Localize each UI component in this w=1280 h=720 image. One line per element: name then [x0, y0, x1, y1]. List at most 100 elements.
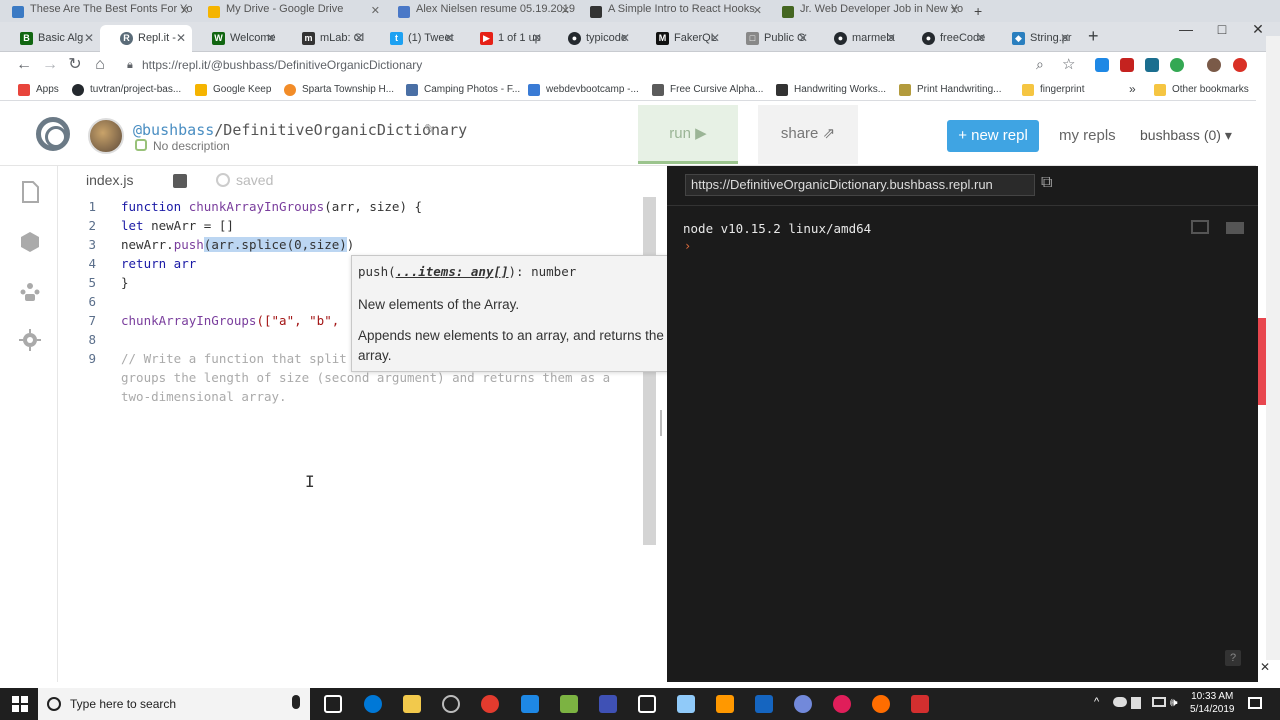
taskbar-clock[interactable]: 10:33 AM 5/14/2019	[1190, 690, 1235, 716]
browser-tab[interactable]: B Basic Alg ✕	[0, 25, 100, 52]
browser-tab[interactable]: M FakerQL ✕	[636, 25, 726, 52]
home-icon[interactable]: ⌂	[90, 56, 110, 76]
network-icon[interactable]	[1152, 697, 1166, 707]
close-icon[interactable]: ✕	[976, 31, 986, 45]
close-icon[interactable]: ✕	[354, 31, 364, 45]
close-icon[interactable]: ✕	[1260, 660, 1270, 674]
user-menu-dropdown[interactable]: bushbass (0) ▾	[1140, 127, 1232, 144]
new-tab-icon[interactable]: +	[1088, 27, 1106, 45]
bookmark-item[interactable]: webdevbootcamp -...	[528, 84, 639, 96]
browser-tab[interactable]: W Welcome ✕	[192, 25, 282, 52]
window-tab[interactable]: Alex Nielsen resume 05.19.2019 ✕	[386, 3, 576, 22]
notifications-icon[interactable]	[1248, 697, 1262, 709]
bookmark-star-icon[interactable]: ☆	[1062, 55, 1075, 73]
share-button[interactable]: share ⇗	[758, 105, 858, 164]
avatar[interactable]	[88, 118, 124, 154]
console-exit-icon[interactable]	[1191, 220, 1209, 234]
chrome-icon[interactable]	[481, 695, 499, 713]
console-clear-icon[interactable]	[1226, 222, 1244, 234]
window-tab[interactable]: A Simple Intro to React Hooks ✕	[578, 3, 768, 22]
window-tab[interactable]: These Are The Best Fonts For Yo ✕	[0, 3, 195, 22]
windows-start-icon[interactable]	[12, 696, 28, 712]
vlc-icon[interactable]	[716, 695, 734, 713]
repl-description[interactable]: No description	[135, 139, 230, 153]
microphone-icon[interactable]	[292, 695, 300, 709]
my-repls-link[interactable]: my repls	[1059, 127, 1116, 144]
profile-avatar[interactable]	[1207, 58, 1221, 72]
packages-icon[interactable]	[18, 230, 42, 254]
help-icon[interactable]: ?	[1225, 650, 1241, 666]
bookmark-item[interactable]: Camping Photos - F...	[406, 84, 520, 96]
browser-tab[interactable]: ◆ String.pr ✕	[992, 25, 1076, 52]
edge-icon[interactable]	[364, 695, 382, 713]
file-tab-index-js[interactable]: index.js	[86, 172, 133, 188]
extension-icon[interactable]	[1170, 58, 1184, 72]
browser-tab[interactable]: ▶ 1 of 1 up ✕	[460, 25, 548, 52]
taskbar-search-input[interactable]: Type here to search	[38, 688, 310, 720]
window-tab[interactable]: My Drive - Google Drive ✕	[196, 3, 386, 22]
page-scrollbar[interactable]	[1266, 36, 1280, 660]
extension-icon[interactable]	[1095, 58, 1109, 72]
close-icon[interactable]: ✕	[180, 4, 189, 17]
minimize-icon[interactable]: —	[1168, 22, 1204, 40]
postman-icon[interactable]	[872, 695, 890, 713]
tray-chevron-icon[interactable]: ^	[1094, 696, 1099, 708]
slack-icon[interactable]	[833, 695, 851, 713]
zoom-icon[interactable]: ⌕	[1036, 56, 1044, 73]
close-icon[interactable]: ✕	[561, 4, 570, 17]
browser-tab[interactable]: ● typicode ✕	[548, 25, 636, 52]
close-icon[interactable]: ✕	[532, 31, 542, 45]
bookmark-item[interactable]: Sparta Township H...	[284, 84, 394, 96]
other-bookmarks[interactable]: Other bookmarks	[1154, 84, 1249, 96]
close-icon[interactable]: ✕	[950, 4, 959, 17]
powershell-icon[interactable]	[755, 695, 773, 713]
extension-icon[interactable]	[1145, 58, 1159, 72]
settings-gear-icon[interactable]	[18, 328, 42, 352]
bookmark-apps[interactable]: Apps	[18, 84, 59, 96]
edit-pencil-icon[interactable]: ✎	[424, 121, 436, 138]
close-icon[interactable]: ✕	[444, 31, 454, 45]
task-view-icon[interactable]	[324, 695, 342, 713]
app-icon[interactable]	[442, 695, 460, 713]
volume-icon[interactable]: 🕪︎	[1170, 695, 1178, 710]
window-tab[interactable]: Jr. Web Developer Job in New Yo ✕	[770, 3, 965, 22]
new-repl-button[interactable]: + new repl	[947, 120, 1039, 152]
more-bookmarks-icon[interactable]: »	[1129, 82, 1136, 96]
browser-tab-active[interactable]: R Repl.it - ✕	[100, 25, 192, 52]
app-icon[interactable]	[599, 695, 617, 713]
repl-run-url[interactable]: https://DefinitiveOrganicDictionary.bush…	[685, 174, 1035, 196]
run-button[interactable]: run ▶	[638, 105, 738, 164]
vscode-icon[interactable]	[521, 695, 539, 713]
bookmark-item[interactable]: Handwriting Works...	[776, 84, 886, 96]
gmail-icon[interactable]	[1120, 58, 1134, 72]
files-icon[interactable]	[18, 180, 42, 204]
close-icon[interactable]: ✕	[1060, 31, 1070, 45]
browser-tab[interactable]: ● freeCode ✕	[902, 25, 992, 52]
update-icon[interactable]	[1233, 58, 1247, 72]
close-icon[interactable]: ✕	[176, 31, 186, 45]
onedrive-icon[interactable]	[1113, 697, 1127, 707]
bookmark-item[interactable]: Print Handwriting...	[899, 84, 1001, 96]
bookmark-item[interactable]: tuvtran/project-bas...	[72, 84, 181, 96]
maximize-icon[interactable]: □	[1204, 22, 1240, 40]
browser-tab[interactable]: ● marmela ✕	[814, 25, 902, 52]
close-icon[interactable]: ✕	[371, 4, 380, 17]
format-document-icon[interactable]	[173, 174, 187, 188]
browser-tab[interactable]: t (1) Tweet ✕	[370, 25, 460, 52]
pane-resize-handle[interactable]	[660, 410, 662, 436]
repl-owner-link[interactable]: @bushbass	[133, 121, 214, 139]
tray-icon[interactable]	[1131, 697, 1141, 709]
bookmark-item[interactable]: Free Cursive Alpha...	[652, 84, 763, 96]
discord-icon[interactable]	[794, 695, 812, 713]
close-icon[interactable]: ✕	[710, 31, 720, 45]
close-icon[interactable]: ✕	[84, 31, 94, 45]
bookmark-item[interactable]: Google Keep	[195, 84, 271, 96]
bookmark-folder[interactable]: fingerprint	[1022, 84, 1084, 96]
close-icon[interactable]: ✕	[798, 31, 808, 45]
close-icon[interactable]: ✕	[266, 31, 276, 45]
close-icon[interactable]: ✕	[886, 31, 896, 45]
console-prompt[interactable]: ›	[684, 239, 691, 253]
close-icon[interactable]: ✕	[753, 4, 762, 17]
replit-logo-icon[interactable]	[36, 117, 70, 151]
back-icon[interactable]: ←	[14, 56, 34, 76]
